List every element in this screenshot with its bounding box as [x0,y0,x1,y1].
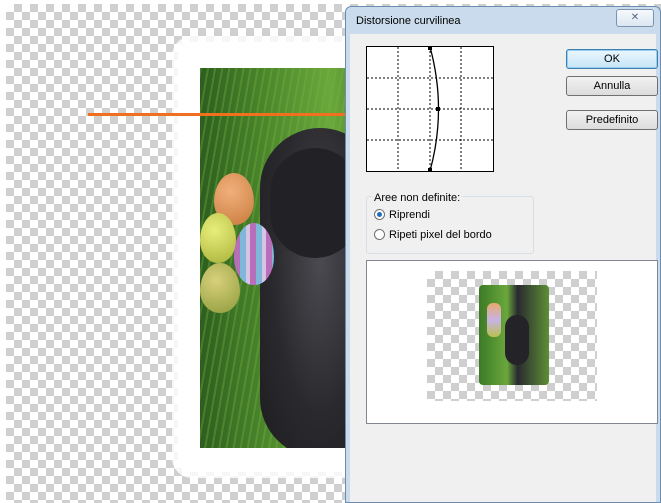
default-button[interactable]: Predefinito [566,110,658,130]
annotation-arrow-line [88,113,388,116]
easter-egg [234,223,274,285]
easter-egg [200,263,240,313]
curve-editor-graph [367,47,493,171]
dialog-title-bar[interactable]: Distorsione curvilinea ✕ [346,7,660,35]
close-button[interactable]: ✕ [616,9,654,27]
curve-distortion-dialog: Distorsione curvilinea ✕ OK Annulla Pred… [345,6,661,503]
undefined-areas-group [366,196,534,254]
easter-egg [200,213,236,263]
undefined-areas-label: Aree non definite: [372,192,463,204]
dialog-client-area: OK Annulla Predefinito Aree non definite… [350,34,658,502]
curve-handle-bottom [428,168,432,171]
radio-wrap-around-label: Riprendi [389,209,430,221]
preview-thumbnail [479,285,549,385]
curve-handle-middle [436,107,440,111]
radio-repeat-edge-pixels-label: Ripeti pixel del bordo [389,229,492,241]
dialog-title: Distorsione curvilinea [356,15,461,27]
preview-checkerboard [427,271,597,401]
radio-button-checked[interactable] [374,209,385,220]
curve-editor[interactable] [366,46,494,172]
preview-panel[interactable] [366,260,658,424]
radio-wrap-around[interactable]: Riprendi [374,208,430,222]
cancel-button[interactable]: Annulla [566,76,658,96]
ok-button[interactable]: OK [566,49,658,69]
radio-repeat-edge-pixels[interactable]: Ripeti pixel del bordo [374,228,492,242]
radio-button[interactable] [374,229,385,240]
curve-handle-top [428,47,432,50]
close-icon: ✕ [630,12,640,23]
